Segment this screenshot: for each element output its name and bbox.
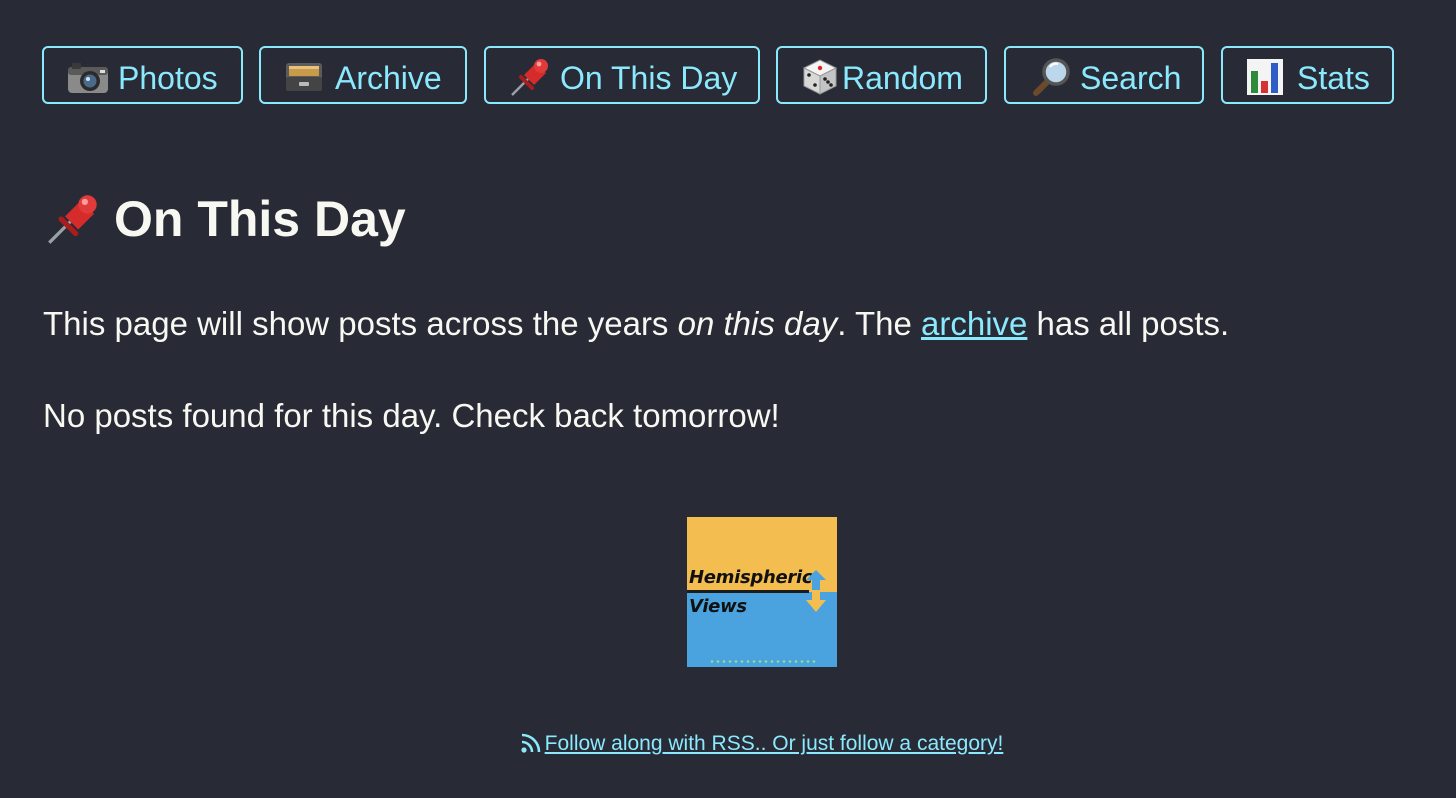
intro-text-middle: . The: [837, 305, 921, 342]
nav-archive-label: Archive: [335, 59, 442, 96]
nav-random-button[interactable]: Random: [776, 46, 987, 104]
page-title-text: On This Day: [114, 191, 406, 247]
nav-stats-label: Stats: [1297, 59, 1370, 96]
nav-photos-button[interactable]: Photos: [42, 46, 243, 104]
intro-text-end: has all posts.: [1027, 305, 1230, 342]
nav-on-this-day-label: On This Day: [560, 59, 738, 96]
intro-emphasis: on this day: [677, 305, 838, 342]
nav-random-label: Random: [842, 59, 963, 96]
page-title: On This Day: [44, 190, 406, 252]
dice-icon: [798, 56, 842, 98]
archive-link[interactable]: archive: [921, 305, 1027, 342]
hemispheric-views-logo[interactable]: Hemispheric Views: [687, 517, 837, 667]
up-down-arrow-icon: [806, 570, 826, 612]
logo-dot-row: [709, 660, 817, 663]
logo-text-line1: Hemispheric: [689, 567, 813, 588]
camera-icon: [66, 59, 110, 95]
rss-follow-link[interactable]: Follow along with RSS.. Or just follow a…: [519, 731, 1004, 755]
rss-follow-text: Follow along with RSS.. Or just follow a…: [544, 732, 1004, 755]
nav-archive-button[interactable]: Archive: [259, 46, 467, 104]
file-cabinet-icon: [283, 59, 327, 95]
nav-stats-button[interactable]: Stats: [1221, 46, 1394, 104]
nav-search-label: Search: [1080, 59, 1182, 96]
pushpin-icon: [508, 57, 552, 97]
intro-text-start: This page will show posts across the yea…: [43, 305, 678, 342]
nav-photos-label: Photos: [118, 59, 218, 96]
pushpin-icon: [44, 190, 102, 248]
nav-search-button[interactable]: Search: [1004, 46, 1204, 104]
footer: Follow along with RSS.. Or just follow a…: [0, 730, 1456, 758]
magnifying-glass-icon: [1028, 57, 1072, 97]
rss-icon: [519, 731, 543, 755]
intro-paragraph: This page will show posts across the yea…: [43, 300, 1229, 348]
bar-chart-icon: [1245, 57, 1289, 97]
nav-on-this-day-button[interactable]: On This Day: [484, 46, 760, 104]
logo-divider-line: [687, 590, 809, 593]
logo-text-line2: Views: [689, 596, 747, 617]
empty-state-message: No posts found for this day. Check back …: [43, 397, 780, 434]
